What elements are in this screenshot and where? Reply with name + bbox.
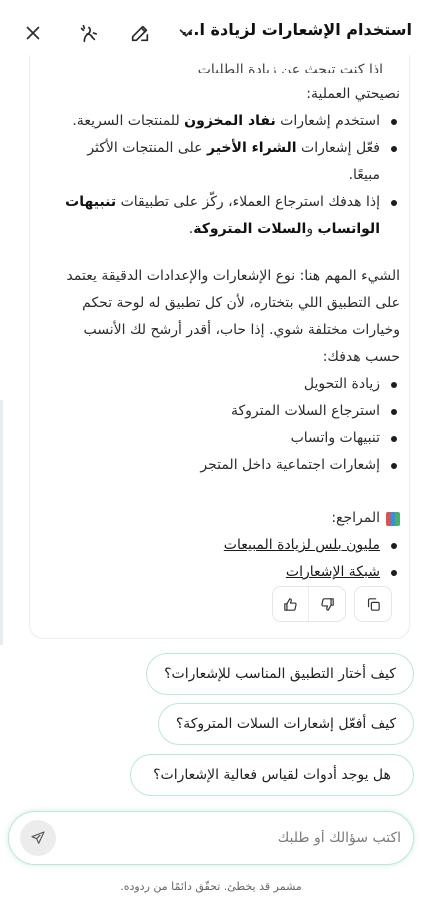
suggestion-chip[interactable]: كيف أفعّل إشعارات السلات المتروكة؟	[158, 703, 414, 745]
copy-icon[interactable]	[355, 587, 391, 621]
fx-icon[interactable]	[72, 17, 104, 49]
thumbs-down-icon[interactable]	[309, 587, 345, 621]
references-list: مليون بلس لزيادة المبيعات شبكة الإشعارات	[60, 532, 400, 586]
suggestion-chip[interactable]: هل يوجد أدوات لقياس فعالية الإشعارات؟	[130, 754, 414, 796]
list-item: استخدم إشعارات نفاد المخزون للمنتجات الس…	[60, 108, 400, 135]
message-input-box	[8, 811, 414, 865]
chevron-down-icon[interactable]	[170, 17, 202, 49]
copy-button[interactable]	[354, 586, 392, 622]
scrollbar[interactable]	[0, 400, 3, 645]
message-actions	[272, 586, 392, 622]
list-item: إشعارات اجتماعية داخل المتجر	[60, 452, 400, 479]
reference-link[interactable]: مليون بلس لزيادة المبيعات	[224, 537, 380, 553]
books-icon	[386, 511, 400, 526]
answer-content: نصيحتي العملية: استخدم إشعارات نفاد المخ…	[60, 81, 400, 586]
tips-list: استخدم إشعارات نفاد المخزون للمنتجات الس…	[60, 108, 400, 243]
answer-partial-line: إذا كنت تبحث عن زيادة الطلبات الأولى	[197, 63, 383, 73]
message-input[interactable]	[71, 822, 401, 854]
list-item: إذا هدفك استرجاع العملاء، ركّز على تطبيق…	[60, 189, 400, 243]
chat-title[interactable]: استخدام الإشعارات لزيادة ا...	[182, 20, 412, 39]
tip-heading: نصيحتي العملية:	[306, 86, 400, 102]
reference-link[interactable]: شبكة الإشعارات	[286, 564, 380, 580]
references-title: المراجع:	[60, 505, 400, 532]
goals-list: زيادة التحويل استرجاع السلات المتروكة تن…	[60, 371, 400, 479]
close-icon[interactable]	[17, 17, 49, 49]
disclaimer: مشمر قد يخطئ. تحقّق دائمًا من ردوده.	[120, 880, 302, 893]
suggestion-chip[interactable]: كيف أختار التطبيق المناسب للإشعارات؟	[146, 653, 414, 695]
list-item: شبكة الإشعارات	[60, 559, 400, 586]
thumbs-up-icon[interactable]	[273, 587, 309, 621]
list-item: فعّل إشعارات الشراء الأخير على المنتجات …	[60, 135, 400, 189]
edit-icon[interactable]	[124, 17, 156, 49]
feedback-buttons	[272, 586, 346, 622]
send-button[interactable]	[20, 820, 56, 856]
send-icon	[31, 831, 45, 844]
answer-card: إذا كنت تبحث عن زيادة الطلبات الأولى نصي…	[29, 55, 410, 639]
list-item: زيادة التحويل	[60, 371, 400, 398]
list-item: مليون بلس لزيادة المبيعات	[60, 532, 400, 559]
important-paragraph: الشيء المهم هنا: نوع الإشعارات والإعدادا…	[66, 268, 400, 365]
list-item: استرجاع السلات المتروكة	[60, 398, 400, 425]
list-item: تنبيهات واتساب	[60, 425, 400, 452]
